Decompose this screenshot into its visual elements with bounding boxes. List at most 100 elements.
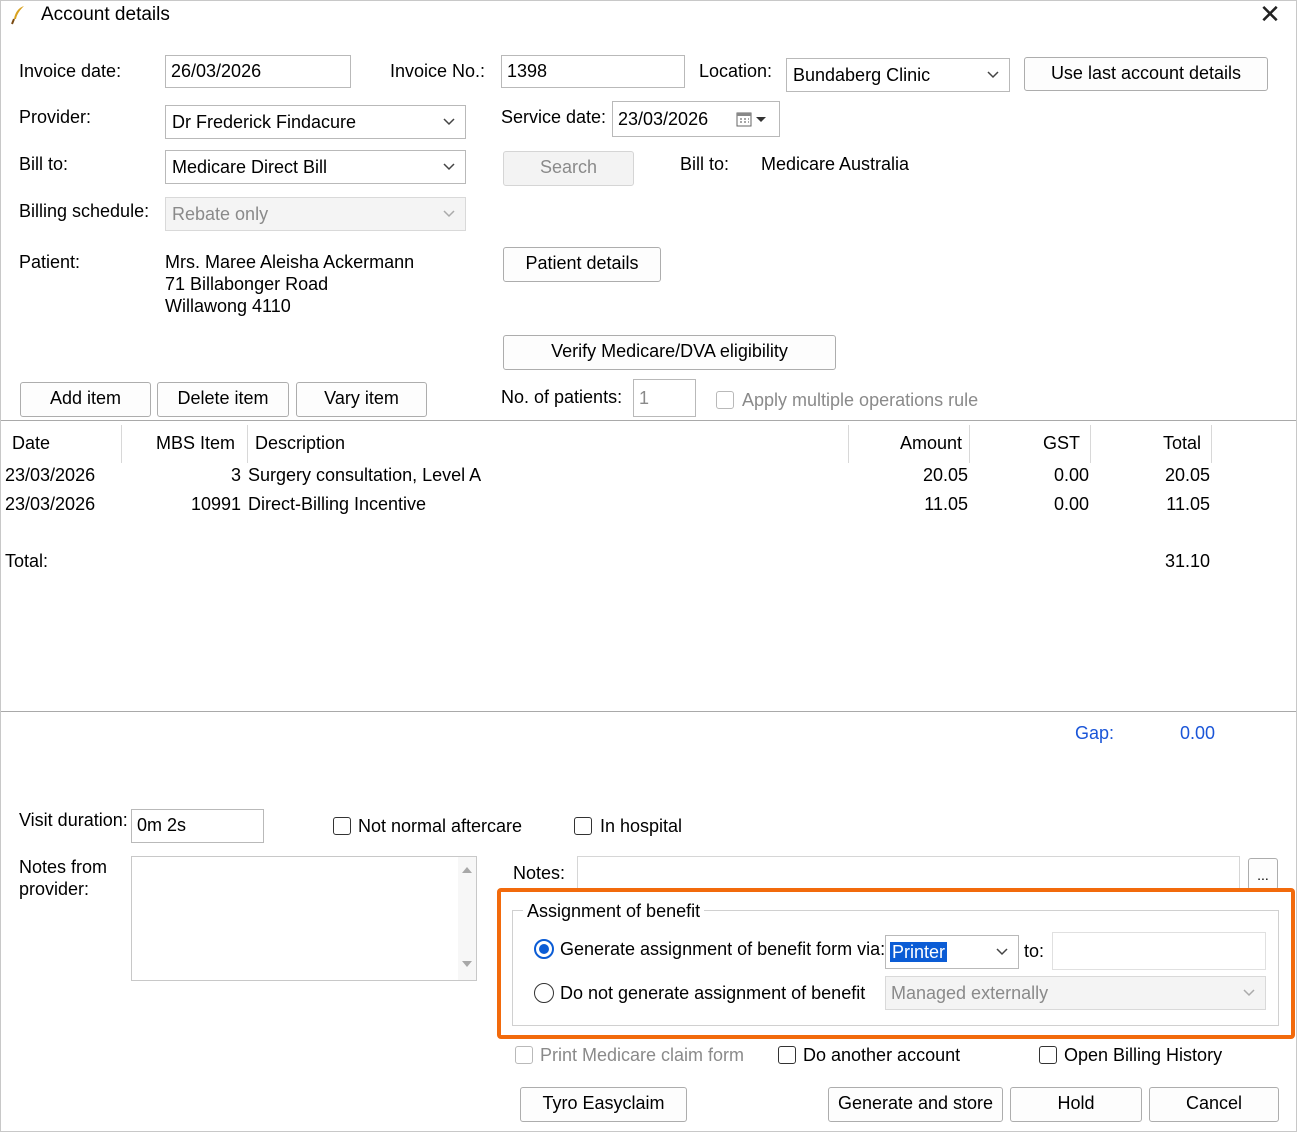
column-separator: [247, 425, 248, 463]
column-separator: [1211, 425, 1212, 463]
bill-to-select[interactable]: Medicare Direct Bill: [165, 150, 466, 184]
column-separator: [969, 425, 970, 463]
row-gst: 0.00: [1053, 494, 1089, 514]
row-mbs-item: 3: [230, 465, 241, 485]
not-normal-aftercare-label: Not normal aftercare: [358, 816, 523, 836]
multiple-operations-checkbox[interactable]: [716, 391, 734, 409]
use-last-account-details-button[interactable]: Use last account details: [1024, 57, 1268, 91]
bill-to-value: Medicare Direct Bill: [172, 157, 328, 177]
provider-label: Provider:: [19, 107, 92, 127]
do-another-account-label: Do another account: [803, 1045, 961, 1065]
no-of-patients-field[interactable]: 1: [633, 379, 696, 417]
notes-from-provider-label-line2: provider:: [19, 879, 90, 899]
notes-from-provider-label-line1: Notes from: [19, 857, 108, 877]
search-button[interactable]: Search: [503, 151, 634, 186]
patient-details-button[interactable]: Patient details: [503, 247, 661, 282]
gap-value: 0.00: [1179, 723, 1215, 743]
scroll-down-icon[interactable]: [461, 959, 473, 969]
open-billing-history-label: Open Billing History: [1064, 1045, 1223, 1065]
provider-select[interactable]: Dr Frederick Findacure: [165, 105, 466, 139]
title-bar: Account details ✕: [1, 1, 1296, 31]
open-billing-history-checkbox[interactable]: [1039, 1046, 1057, 1064]
column-header-description[interactable]: Description: [255, 433, 345, 454]
delete-item-button[interactable]: Delete item: [157, 382, 289, 417]
column-header-date[interactable]: Date: [12, 433, 50, 454]
bill-to-payer: Medicare Australia: [761, 154, 910, 174]
generate-and-store-button[interactable]: Generate and store: [828, 1087, 1003, 1122]
print-medicare-claim-label: Print Medicare claim form: [540, 1045, 745, 1065]
notes-from-provider-textarea[interactable]: [131, 856, 477, 981]
row-amount: 20.05: [922, 465, 968, 485]
service-date-value: 23/03/2026: [618, 109, 709, 129]
app-feather-icon: [11, 6, 24, 25]
patient-address-line2: Willawong 4110: [165, 296, 291, 316]
patient-name: Mrs. Maree Aleisha Ackermann: [165, 252, 415, 272]
add-item-button[interactable]: Add item: [20, 382, 151, 417]
billing-schedule-value: Rebate only: [172, 204, 269, 224]
row-total: 20.05: [1164, 465, 1210, 485]
row-date: 23/03/2026: [5, 465, 96, 485]
bill-to-label: Bill to:: [19, 154, 69, 174]
highlight-box: [497, 888, 1295, 1039]
account-details-window: Account details ✕ Invoice date: 26/03/20…: [0, 0, 1297, 1132]
billing-schedule-select[interactable]: Rebate only: [165, 197, 466, 231]
column-separator: [121, 425, 122, 463]
not-normal-aftercare-checkbox[interactable]: [333, 817, 351, 835]
no-of-patients-label: No. of patients:: [501, 387, 623, 407]
invoice-no-field[interactable]: 1398: [501, 55, 685, 88]
cancel-button[interactable]: Cancel: [1149, 1087, 1279, 1122]
patient-label: Patient:: [19, 252, 81, 272]
provider-value: Dr Frederick Findacure: [172, 112, 357, 132]
visit-duration-field[interactable]: 0m 2s: [131, 809, 264, 843]
invoice-date-field[interactable]: 26/03/2026: [165, 55, 351, 88]
column-separator: [1090, 425, 1091, 463]
chevron-down-icon: [443, 210, 455, 218]
gap-label: Gap:: [1075, 723, 1115, 743]
print-medicare-claim-checkbox[interactable]: [515, 1046, 533, 1064]
notes-input[interactable]: [577, 856, 1240, 890]
vary-item-button[interactable]: Vary item: [296, 382, 427, 417]
row-mbs-item: 10991: [190, 494, 241, 514]
table-total-label: Total:: [5, 551, 49, 571]
column-header-gst[interactable]: GST: [1043, 433, 1080, 454]
table-top-border: [1, 420, 1296, 421]
notes-scrollbar[interactable]: [458, 857, 476, 980]
tyro-easyclaim-button[interactable]: Tyro Easyclaim: [520, 1087, 687, 1122]
window-title: Account details: [41, 4, 170, 25]
chevron-down-icon: [443, 118, 455, 126]
chevron-down-icon: [443, 163, 455, 171]
row-gst: 0.00: [1053, 465, 1089, 485]
hold-button[interactable]: Hold: [1010, 1087, 1142, 1122]
chevron-down-icon: [987, 71, 999, 79]
bill-to-label-secondary: Bill to:: [680, 154, 730, 174]
scroll-up-icon[interactable]: [461, 865, 473, 875]
service-date-picker[interactable]: 23/03/2026: [612, 101, 780, 137]
location-select[interactable]: Bundaberg Clinic: [786, 58, 1010, 92]
row-description: Surgery consultation, Level A: [248, 465, 482, 485]
do-another-account-checkbox[interactable]: [778, 1046, 796, 1064]
column-separator: [848, 425, 849, 463]
close-icon[interactable]: ✕: [1255, 1, 1285, 29]
notes-label: Notes:: [513, 863, 566, 883]
location-value: Bundaberg Clinic: [793, 65, 931, 85]
invoice-date-label: Invoice date:: [19, 61, 122, 81]
invoice-no-label: Invoice No.:: [390, 61, 486, 81]
in-hospital-checkbox[interactable]: [574, 817, 592, 835]
patient-address-line1: 71 Billabonger Road: [165, 274, 329, 294]
column-header-total[interactable]: Total: [1163, 433, 1201, 454]
table-total-value: 31.10: [1164, 551, 1210, 571]
calendar-dropdown-icon[interactable]: [736, 112, 772, 128]
row-description: Direct-Billing Incentive: [248, 494, 427, 514]
row-total: 11.05: [1166, 494, 1210, 514]
verify-eligibility-button[interactable]: Verify Medicare/DVA eligibility: [503, 335, 836, 370]
column-header-amount[interactable]: Amount: [900, 433, 962, 454]
row-amount: 11.05: [924, 494, 968, 514]
in-hospital-label: In hospital: [600, 816, 683, 836]
multiple-operations-label: Apply multiple operations rule: [742, 390, 979, 410]
notes-more-button[interactable]: ...: [1248, 858, 1278, 890]
billing-schedule-label: Billing schedule:: [19, 201, 150, 221]
column-header-mbs-item[interactable]: MBS Item: [156, 433, 235, 454]
location-label: Location:: [699, 61, 773, 81]
table-bottom-border: [1, 711, 1296, 712]
visit-duration-label: Visit duration:: [19, 810, 128, 830]
